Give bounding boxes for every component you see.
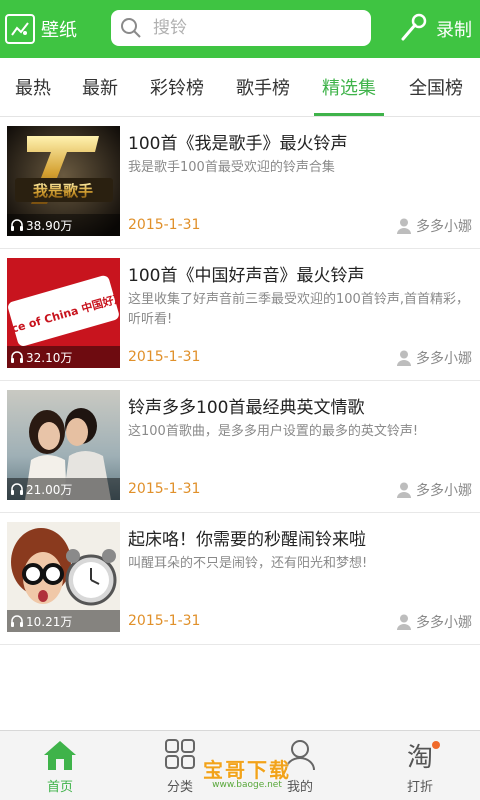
item-date: 2015-1-31 <box>128 349 201 365</box>
list-item[interactable]: 21.00万 铃声多多100首最经典英文情歌 这100首歌曲，是多多用户设置的最… <box>0 381 480 513</box>
list-item[interactable]: 10.21万 起床咯！你需要的秒醒闹铃来啦 叫醒耳朵的不只是闹铃，还有阳光和梦想… <box>0 513 480 645</box>
tab-label: 精选集 <box>322 78 376 99</box>
headphone-icon <box>10 350 24 364</box>
tab-singer-chart[interactable]: 歌手榜 <box>220 58 306 116</box>
collection-list: 我是歌手 38.90万 100首《我是歌手》最火铃声 我是歌手100首最受欢迎的… <box>0 117 480 645</box>
nav-label: 分类 <box>166 779 193 795</box>
play-count: 32.10万 <box>7 346 120 368</box>
thumbnail: 我是歌手 38.90万 <box>7 126 120 236</box>
tab-label: 全国榜 <box>409 78 463 99</box>
tab-hottest[interactable]: 最热 <box>0 58 66 116</box>
thumbnail: 10.21万 <box>7 522 120 632</box>
headphone-icon <box>10 614 24 628</box>
play-count: 10.21万 <box>7 610 120 632</box>
bottom-nav: 首页 分类 我的 淘 打折 <box>0 730 480 800</box>
tab-label: 歌手榜 <box>236 78 290 99</box>
play-count: 21.00万 <box>7 478 120 500</box>
item-title: 100首《中国好声音》最火铃声 <box>128 266 365 286</box>
item-title: 起床咯！你需要的秒醒闹铃来啦 <box>128 530 366 550</box>
thumbnail: 21.00万 <box>7 390 120 500</box>
item-title: 铃声多多100首最经典英文情歌 <box>128 398 365 418</box>
headphone-icon <box>10 482 24 496</box>
tab-label: 最新 <box>82 78 118 99</box>
user-icon <box>397 482 411 498</box>
picture-icon <box>5 14 35 44</box>
search-icon <box>119 16 143 40</box>
item-date: 2015-1-31 <box>128 217 201 233</box>
nav-category[interactable]: 分类 <box>120 731 240 800</box>
author-name: 多多小娜 <box>416 219 472 235</box>
author-name: 多多小娜 <box>416 615 472 631</box>
search-input[interactable] <box>151 17 355 39</box>
tab-ringback-chart[interactable]: 彩铃榜 <box>134 58 220 116</box>
nav-label: 我的 <box>286 779 313 795</box>
headphone-icon <box>10 218 24 232</box>
top-bar: 壁纸 录制 <box>0 0 480 58</box>
tab-featured[interactable]: 精选集 <box>306 58 392 116</box>
item-author: 多多小娜 <box>397 612 472 632</box>
record-button[interactable]: 录制 <box>398 11 472 47</box>
thumbnail-art-text: 我是歌手 <box>33 182 93 200</box>
nav-home[interactable]: 首页 <box>0 731 120 800</box>
wallpaper-button[interactable]: 壁纸 <box>5 11 77 47</box>
item-description: 这100首歌曲，是多多用户设置的最多的英文铃声! <box>128 424 419 439</box>
nav-label: 首页 <box>46 779 73 795</box>
thumbnail: Voice of China 中国好声音 32.10万 <box>7 258 120 368</box>
home-icon <box>43 738 77 772</box>
item-date: 2015-1-31 <box>128 613 201 629</box>
item-author: 多多小娜 <box>397 348 472 368</box>
tab-label: 彩铃榜 <box>150 78 204 99</box>
user-icon <box>397 350 411 366</box>
list-item[interactable]: Voice of China 中国好声音 32.10万 100首《中国好声音》最… <box>0 249 480 381</box>
item-description: 我是歌手100首最受欢迎的铃声合集 <box>128 160 335 175</box>
tab-label: 最热 <box>15 78 51 99</box>
author-name: 多多小娜 <box>416 483 472 499</box>
item-description: 这里收集了好声音前三季最受欢迎的100首铃声,首首精彩，听听看! <box>128 292 469 327</box>
user-icon <box>283 738 317 772</box>
item-description: 叫醒耳朵的不只是闹铃，还有阳光和梦想! <box>128 556 368 571</box>
nav-discount[interactable]: 淘 打折 <box>360 731 480 800</box>
play-count-value: 38.90万 <box>26 218 73 233</box>
play-count: 38.90万 <box>7 214 120 236</box>
list-item[interactable]: 我是歌手 38.90万 100首《我是歌手》最火铃声 我是歌手100首最受欢迎的… <box>0 117 480 249</box>
app-screen: 壁纸 录制 最热 最新 彩铃榜 歌手榜 精选 <box>0 0 480 800</box>
wallpaper-label: 壁纸 <box>41 20 77 41</box>
search-box[interactable] <box>111 10 371 46</box>
play-count-value: 21.00万 <box>26 482 73 497</box>
item-title: 100首《我是歌手》最火铃声 <box>128 134 348 154</box>
play-count-value: 10.21万 <box>26 614 73 629</box>
nav-label: 打折 <box>406 779 433 795</box>
item-author: 多多小娜 <box>397 480 472 500</box>
tab-newest[interactable]: 最新 <box>66 58 134 116</box>
microphone-icon <box>398 11 430 47</box>
item-author: 多多小娜 <box>397 216 472 236</box>
record-label: 录制 <box>436 20 472 41</box>
user-icon <box>397 614 411 630</box>
play-count-value: 32.10万 <box>26 350 73 365</box>
item-date: 2015-1-31 <box>128 481 201 497</box>
nav-mine[interactable]: 我的 <box>240 731 360 800</box>
notification-dot <box>432 741 440 749</box>
tab-national-chart[interactable]: 全国榜 <box>392 58 480 116</box>
user-icon <box>397 218 411 234</box>
category-tabs: 最热 最新 彩铃榜 歌手榜 精选集 全国榜 <box>0 58 480 117</box>
grid-icon <box>163 738 197 772</box>
svg-text:淘: 淘 <box>407 743 433 771</box>
author-name: 多多小娜 <box>416 351 472 367</box>
